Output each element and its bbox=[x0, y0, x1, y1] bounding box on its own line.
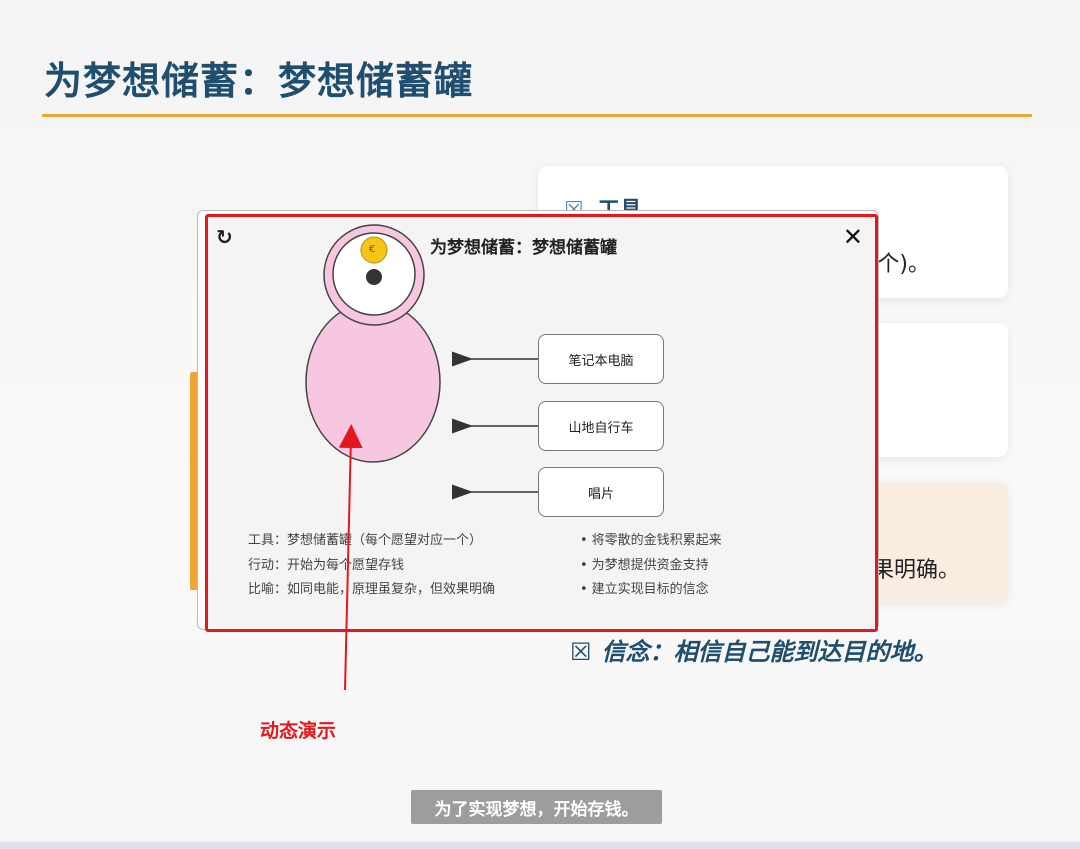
bottom-bar bbox=[0, 842, 1080, 849]
info-left: 工具：梦想储蓄罐（每个愿望对应一个） 行动：开始为每个愿望存钱 比喻：如同电能，… bbox=[248, 529, 495, 603]
demo-label: 动态演示 bbox=[260, 720, 337, 742]
card-tool-text: 个)。 bbox=[877, 252, 930, 277]
subtitle-caption: 为了实现梦想，开始存钱。 bbox=[411, 790, 662, 824]
benefit-item: • 将零散的金钱积累起来 bbox=[580, 533, 722, 548]
benefit-text: 将零散的金钱积累起来 bbox=[591, 533, 722, 548]
target-record: 唱片 bbox=[538, 467, 664, 517]
benefit-text: 建立实现目标的信念 bbox=[591, 582, 709, 597]
info-tool: 工具：梦想储蓄罐（每个愿望对应一个） bbox=[248, 533, 483, 548]
benefit-item: • 建立实现目标的信念 bbox=[580, 582, 709, 597]
demo-popup[interactable]: ↻ ✕ 为梦想储蓄：梦想储蓄罐 € 笔记本电脑 山地自行车 唱片 工具：梦想储蓄… bbox=[205, 214, 878, 632]
target-laptop: 笔记本电脑 bbox=[538, 334, 664, 384]
belief-statement: ☒ 信念：相信自己能到达目的地。 bbox=[570, 632, 938, 667]
coin-slot bbox=[366, 269, 382, 285]
checkbox-icon: ☒ bbox=[570, 638, 592, 666]
coin-symbol: € bbox=[369, 244, 376, 255]
benefit-item: • 为梦想提供资金支持 bbox=[580, 557, 709, 573]
info-metaphor: 比喻：如同电能，原理虽复杂，但效果明确 bbox=[248, 582, 496, 597]
info-action: 行动：开始为每个愿望存钱 bbox=[248, 557, 405, 573]
card-metaphor-text: 果明确。 bbox=[871, 558, 960, 583]
belief-text: 信念：相信自己能到达目的地。 bbox=[601, 638, 938, 666]
slide-title: 为梦想储蓄：梦想储蓄罐 bbox=[44, 59, 474, 103]
jar-body bbox=[305, 301, 441, 463]
info-right: • 将零散的金钱积累起来 • 为梦想提供资金支持 • 建立实现目标的信念 bbox=[580, 529, 722, 603]
benefit-text: 为梦想提供资金支持 bbox=[591, 557, 709, 573]
title-divider bbox=[42, 114, 1032, 117]
target-mountain-bike: 山地自行车 bbox=[538, 401, 664, 451]
